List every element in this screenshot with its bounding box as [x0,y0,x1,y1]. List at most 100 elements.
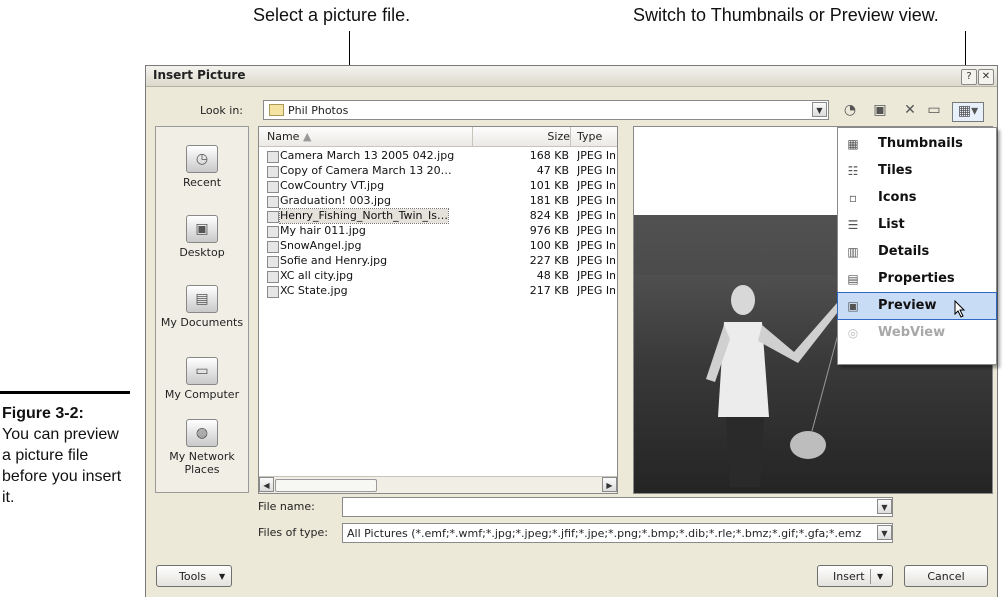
file-row[interactable]: Copy of Camera March 13 20… 47 KB JPEG Ima [259,164,617,178]
place-my-computer[interactable]: ▭ My Computer [156,357,248,401]
places-bar: ◷ Recent ▣ Desktop ▤ My Documents ▭ My C… [155,126,249,493]
place-my-network-places[interactable]: ◍ My Network Places [156,419,248,476]
look-in-dropdown-arrow[interactable]: ▼ [812,102,827,117]
look-in-value: Phil Photos [288,104,349,117]
place-label: Recent [182,176,222,189]
help-button[interactable]: ? [961,69,977,85]
views-menu: ▦ Thumbnails ☷ Tiles ▫ Icons ☰ List ▥ Details… [837,127,997,365]
preview-icon: ▣ [847,299,859,313]
file-row[interactable]: CowCountry VT.jpg 101 KB JPEG Ima [259,179,617,193]
file-size: 824 KB [529,209,569,222]
file-name: Copy of Camera March 13 20… [280,164,452,177]
column-header-name[interactable]: Name ▲ [259,127,472,147]
delete-icon[interactable]: ✕ [900,102,920,120]
file-size: 227 KB [529,254,569,267]
scrollbar-thumb[interactable] [275,479,377,492]
list-icon: ☰ [847,218,859,232]
horizontal-scrollbar[interactable]: ◀ ▶ [259,476,617,493]
menu-item-tiles[interactable]: ☷ Tiles [838,158,996,184]
file-row[interactable]: Graduation! 003.jpg 181 KB JPEG Ima [259,194,617,208]
files-of-type-value: All Pictures (*.emf;*.wmf;*.jpg;*.jpeg;*… [347,527,862,540]
menu-item-label: Thumbnails [878,136,963,151]
thumbnails-icon: ▦ [847,137,859,151]
file-size: 181 KB [529,194,569,207]
my-documents-icon: ▤ [186,285,218,313]
menu-item-label: Properties [878,271,955,286]
file-name: SnowAngel.jpg [280,239,362,252]
network-places-icon: ◍ [186,419,218,447]
file-size: 47 KB [536,164,569,177]
chevron-down-icon: ▼ [877,572,884,581]
file-type: JPEG Ima [577,269,615,282]
file-name: XC all city.jpg [280,269,354,282]
menu-item-label: List [878,217,905,232]
place-label: Desktop [179,246,225,259]
up-folder-icon[interactable]: ▣ [870,102,890,120]
file-type: JPEG Ima [577,149,615,162]
file-row-selected[interactable]: Henry_Fishing_North_Twin_Is… 824 KB JPEG I… [259,208,617,224]
menu-item-list[interactable]: ☰ List [838,212,996,238]
place-label: My Computer [164,388,240,401]
file-type: JPEG Ima [577,284,615,297]
file-name: Graduation! 003.jpg [280,194,391,207]
file-name: Sofie and Henry.jpg [280,254,388,267]
figure-label: Figure 3-2: [2,405,84,422]
tools-button[interactable]: Tools ▼ [156,565,232,587]
split-divider [870,569,871,584]
file-size: 976 KB [529,224,569,237]
file-type: JPEG Ima [577,209,615,222]
title-bar: Insert Picture ? ✕ [146,66,997,87]
callout-switch-view: Switch to Thumbnails or Preview view. [633,5,939,25]
back-icon[interactable]: ◔ [840,102,860,120]
cancel-button[interactable]: Cancel [904,565,988,587]
dialog-title: Insert Picture [153,68,246,82]
column-header-type[interactable]: Type [570,127,617,147]
file-row[interactable]: Sofie and Henry.jpg 227 KB JPEG Ima [259,254,617,268]
files-of-type-select[interactable]: All Pictures (*.emf;*.wmf;*.jpg;*.jpeg;*… [342,523,893,543]
file-name: CowCountry VT.jpg [280,179,385,192]
file-name-dropdown-arrow[interactable]: ▼ [877,499,892,514]
files-of-type-dropdown-arrow[interactable]: ▼ [877,525,892,540]
column-header-size[interactable]: Size [472,127,570,147]
jpeg-file-icon [267,151,279,163]
new-folder-icon[interactable]: ▭ [924,102,944,120]
menu-item-label: Details [878,244,930,259]
callout-select-file: Select a picture file. [253,5,411,25]
place-label: My Network Places [169,450,235,476]
jpeg-file-icon [267,256,279,268]
properties-icon: ▤ [847,272,859,286]
my-computer-icon: ▭ [186,357,218,385]
look-in-select[interactable]: Phil Photos [263,100,829,120]
folder-icon [269,104,284,116]
jpeg-file-icon [267,271,279,283]
file-list: Name ▲ Size Type Camera March 13 2005 04… [258,126,618,494]
file-row[interactable]: XC all city.jpg 48 KB JPEG Ima [259,269,617,283]
file-size: 168 KB [529,149,569,162]
place-label: My Documents [160,316,244,329]
menu-item-details[interactable]: ▥ Details [838,239,996,265]
insert-button[interactable]: Insert ▼ [817,565,893,587]
scroll-right-arrow[interactable]: ▶ [602,477,617,492]
menu-item-thumbnails[interactable]: ▦ Thumbnails [838,131,996,157]
menu-item-icons[interactable]: ▫ Icons [838,185,996,211]
place-my-documents[interactable]: ▤ My Documents [156,285,248,329]
views-button[interactable]: ▦▾ [952,102,984,122]
menu-item-properties[interactable]: ▤ Properties [838,266,996,292]
file-row[interactable]: Camera March 13 2005 042.jpg 168 KB JPEG I… [259,149,617,163]
place-recent[interactable]: ◷ Recent [156,145,248,189]
file-name-label: File name: [258,500,315,513]
file-row[interactable]: XC State.jpg 217 KB JPEG Ima [259,284,617,298]
menu-item-preview[interactable]: ▣ Preview [837,292,997,320]
file-row[interactable]: My hair 011.jpg 976 KB JPEG Ima [259,224,617,238]
place-desktop[interactable]: ▣ Desktop [156,215,248,259]
sort-ascending-icon: ▲ [302,130,312,143]
file-size: 217 KB [529,284,569,297]
scroll-left-arrow[interactable]: ◀ [259,477,274,492]
figure-caption-text: You can preview a picture file before yo… [2,426,122,506]
close-button[interactable]: ✕ [978,69,994,85]
jpeg-file-icon [267,196,279,208]
jpeg-file-icon [267,211,279,223]
file-row[interactable]: SnowAngel.jpg 100 KB JPEG Ima [259,239,617,253]
file-name: Camera March 13 2005 042.jpg [280,149,455,162]
file-name-input[interactable] [342,497,893,517]
